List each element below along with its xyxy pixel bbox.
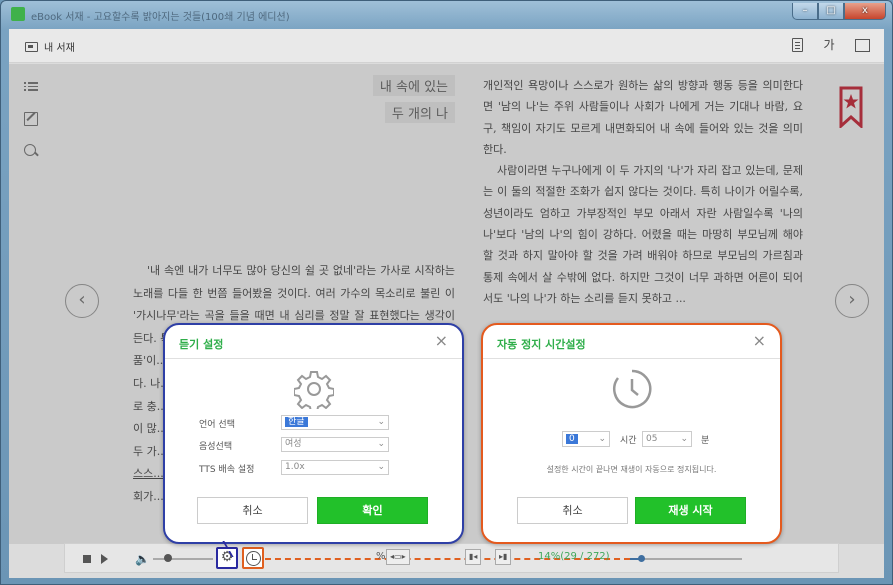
app-icon — [11, 7, 25, 21]
app-toolbar: 내 서재 가 — [9, 29, 884, 63]
window-title: eBook 서재 - 고요할수록 밝아지는 것들(100쇄 기념 에디션) — [31, 12, 290, 23]
cancel-button[interactable]: 취소 — [197, 497, 308, 524]
reader-client: 내 서재 가 ‹ › 내 속에 있는 두 개의 나 '내 속엔 내가 너무도 많… — [9, 29, 884, 578]
page-counter: 14%(29 / 272) — [538, 551, 610, 562]
tts-speed-select[interactable]: 1.0x ⌄ — [281, 460, 389, 475]
stop-button[interactable] — [83, 555, 91, 563]
search-icon[interactable] — [24, 144, 38, 158]
paragraph: 개인적인 욕망이나 스스로가 원하는 삶의 방향과 행동 등을 의미한다면 '남… — [483, 79, 803, 156]
chevron-down-icon: ⌄ — [680, 434, 688, 444]
chapter-heading-line-2: 두 개의 나 — [384, 102, 455, 123]
chevron-down-icon: ⌄ — [377, 462, 385, 472]
app-window: eBook 서재 - 고요할수록 밝아지는 것들(100쇄 기념 에디션) – … — [0, 0, 893, 585]
memo-icon[interactable] — [24, 112, 38, 126]
chapter-heading-line-1: 내 속에 있는 — [372, 75, 455, 96]
font-size-button[interactable]: 가 — [821, 37, 837, 53]
library-label: 내 서재 — [44, 43, 75, 54]
previous-page-button[interactable]: ‹ — [65, 284, 99, 318]
timer-note: 설정한 시간이 끝나면 재생이 자동으로 정지됩니다. — [546, 465, 717, 474]
chevron-down-icon: ⌄ — [377, 439, 385, 449]
reading-progress-thumb[interactable] — [638, 555, 646, 562]
auto-stop-timer-button[interactable] — [242, 547, 264, 569]
minute-select[interactable]: 05 ⌄ — [642, 431, 692, 447]
my-library-button[interactable]: 내 서재 — [25, 39, 75, 54]
zoom-percent: % — [376, 551, 386, 562]
bookmark-icon[interactable] — [839, 86, 863, 128]
chevron-down-icon: ⌄ — [377, 417, 385, 427]
close-window-button[interactable]: x — [844, 3, 886, 20]
auto-stop-timer-dialog: 자동 정지 시간설정 × 0 ⌄ 시간 05 ⌄ 분 설정한 시간이 끝나면 재생이… — [481, 323, 782, 544]
playback-bar: 🔈 ⚙ % ◂▭▸ ▮◂ ▸▮ 14%(29 / 272) — [64, 543, 839, 573]
table-of-contents-icon[interactable] — [24, 80, 38, 94]
voice-label: 음성선택 — [199, 442, 233, 452]
reading-progress-track[interactable] — [630, 558, 742, 560]
next-chapter-button[interactable]: ▸▮ — [495, 549, 512, 565]
minimize-button[interactable]: – — [792, 3, 818, 20]
start-playback-button[interactable]: 재생 시작 — [635, 497, 746, 524]
volume-slider-track[interactable] — [153, 558, 213, 560]
chevron-down-icon: ⌄ — [598, 434, 606, 444]
document-icon[interactable] — [792, 38, 803, 52]
close-icon[interactable]: × — [753, 331, 766, 350]
play-button[interactable] — [101, 554, 108, 564]
next-page-button[interactable]: › — [835, 284, 869, 318]
dialog-title: 자동 정지 시간설정 — [497, 338, 586, 351]
language-label: 언어 선택 — [199, 420, 235, 430]
listen-settings-dialog: 듣기 설정 × 언어 선택 한글 ⌄ 음성선택 여성 ⌄ TTS 배속 설정 1.0… — [163, 323, 464, 544]
cancel-button[interactable]: 취소 — [517, 497, 628, 524]
tts-speed-label: TTS 배속 설정 — [199, 465, 255, 475]
hour-label: 시간 — [620, 436, 637, 446]
dialog-title: 듣기 설정 — [179, 338, 224, 351]
title-bar: eBook 서재 - 고요할수록 밝아지는 것들(100쇄 기념 에디션) – … — [1, 1, 892, 29]
confirm-button[interactable]: 확인 — [317, 497, 428, 524]
volume-icon[interactable]: 🔈 — [135, 552, 150, 566]
volume-slider-thumb[interactable] — [164, 554, 172, 562]
maximize-button[interactable]: □ — [818, 3, 844, 20]
clock-icon — [612, 369, 651, 409]
minute-label: 분 — [701, 436, 710, 446]
page-mode-button[interactable]: ◂▭▸ — [386, 549, 410, 565]
hour-select[interactable]: 0 ⌄ — [562, 431, 610, 447]
fullscreen-icon[interactable] — [855, 38, 870, 52]
right-body-text: 개인적인 욕망이나 스스로가 원하는 삶의 방향과 행동 등을 의미한다면 '남… — [483, 75, 803, 309]
voice-select[interactable]: 여성 ⌄ — [281, 437, 389, 452]
prev-chapter-button[interactable]: ▮◂ — [465, 549, 482, 565]
settings-gear-icon — [293, 371, 334, 409]
library-icon — [25, 41, 38, 52]
language-select[interactable]: 한글 ⌄ — [281, 415, 389, 430]
paragraph: 사람이라면 누구나에게 이 두 가지의 '나'가 자리 잡고 있는데, 문제는 … — [483, 164, 803, 305]
left-tool-rail — [9, 64, 51, 544]
close-icon[interactable]: × — [435, 331, 448, 350]
